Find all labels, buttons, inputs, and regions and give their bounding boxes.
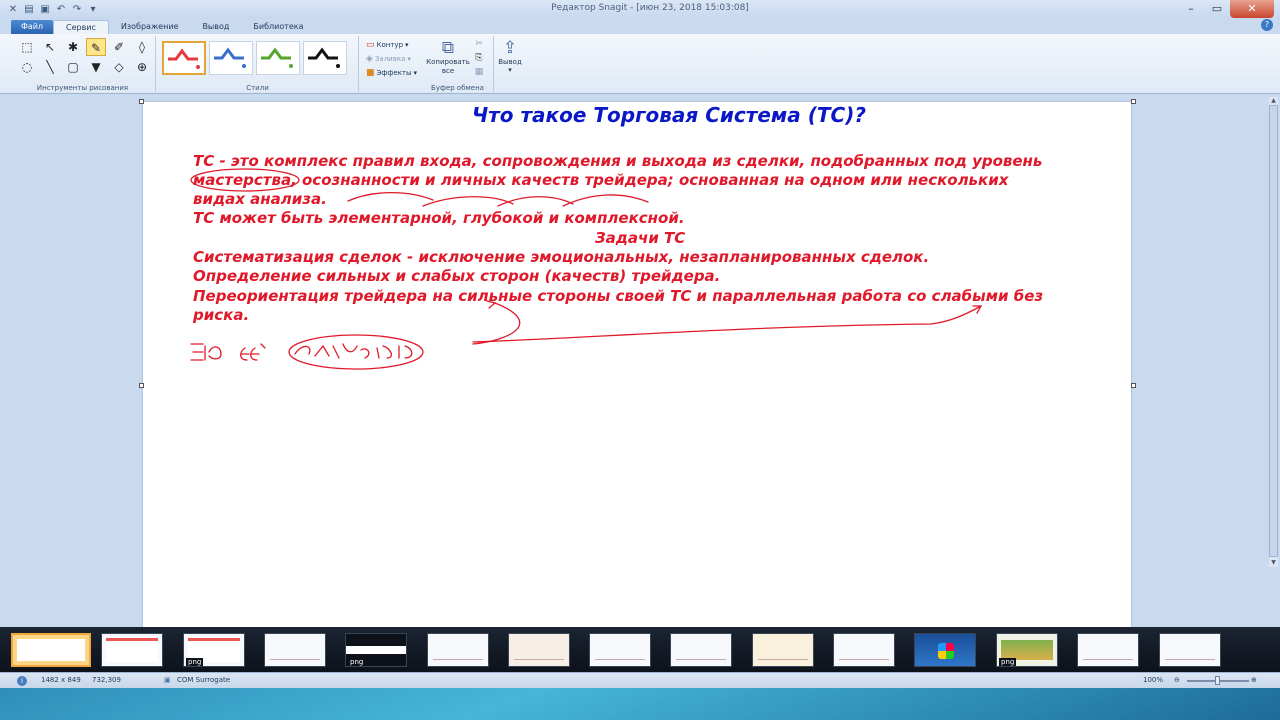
drawing-tools-group: ⬚ ↖ ✱ ✎ ✐ ◊ ◌ ╲ ▢ ▼ ◇ ⊕ Инструменты рисо… [10,36,156,92]
zoom-level: 100% [1143,676,1164,684]
tab-file[interactable]: Файл [11,20,53,34]
tray-thumb-14[interactable] [1077,633,1139,667]
format-group: ▭ Контур ▾ ◈ Заливка ▾ ■ Эффекты ▾ [360,36,422,92]
resize-handle-top-left[interactable] [139,99,144,104]
stamp-tool-icon[interactable]: ✱ [63,38,83,56]
maximize-icon[interactable]: ▭ [1204,0,1230,18]
cursor-position: 732,309 [92,676,121,684]
effects-button[interactable]: ■ Эффекты ▾ [366,68,417,78]
outline-icon: ▭ [366,40,375,50]
status-bar: i 1482 x 849 732,309 ▣ COM Surrogate 100… [0,672,1280,688]
workspace: Что такое Торговая Система (ТС)? ТС - эт… [0,95,1280,627]
copy-icon[interactable]: ⎘ [472,52,486,64]
tray-thumb-10[interactable] [752,633,814,667]
style-blue[interactable] [209,41,253,75]
tab-output[interactable]: Вывод [190,20,241,34]
clipboard-label: Буфер обмена [431,84,484,92]
ribbon: ⬚ ↖ ✱ ✎ ✐ ◊ ◌ ╲ ▢ ▼ ◇ ⊕ Инструменты рисо… [0,34,1280,94]
handwritten-annotations [190,168,983,370]
styles-group: Стили [157,36,359,92]
output-group: ⇪ Вывод ▾ [494,36,524,92]
outline-button[interactable]: ▭ Контур ▾ [366,40,409,50]
fill-bucket-icon[interactable]: ▼ [86,58,106,76]
line-tool-icon[interactable]: ╲ [40,58,60,76]
tray-thumb-15[interactable] [1159,633,1221,667]
copy-all-icon: ⧉ [441,38,455,58]
clipboard-group: ⧉ Копировать все ✂ ⎘ ▦ Буфер обмена [422,36,494,92]
eraser-tool-icon[interactable]: ◇ [109,58,129,76]
tray-thumb-5[interactable]: png [345,633,407,667]
shape-tool-icon[interactable]: ▢ [63,58,83,76]
output-button[interactable]: ⇪ Вывод ▾ [496,38,524,74]
desktop-background [0,688,1280,720]
fill-tool-icon[interactable]: ◊ [132,38,152,56]
window-controls: – ▭ ✕ [1178,0,1274,18]
tray-thumb-9[interactable] [670,633,732,667]
image-canvas[interactable]: Что такое Торговая Система (ТС)? ТС - эт… [143,102,1131,627]
title-bar: ✕ ▤ ▣ ↶ ↷ ▾ Редактор Snagit - [июн 23, 2… [0,0,1280,19]
tray-thumb-7[interactable] [508,633,570,667]
style-black[interactable] [303,41,347,75]
callout-tool-icon[interactable]: ◌ [17,58,37,76]
arrow-tool-icon[interactable]: ↖ [40,38,60,56]
help-icon[interactable]: ? [1261,19,1273,31]
fill-icon: ◈ [366,54,373,64]
styles-label: Стили [246,84,269,92]
highlight-tool-icon[interactable]: ✐ [109,38,129,56]
drawing-tools-label: Инструменты рисования [36,84,129,92]
resize-handle-left[interactable] [139,383,144,388]
selection-tool-icon[interactable]: ⬚ [17,38,37,56]
minimize-icon[interactable]: – [1178,0,1204,18]
ribbon-tabs: Файл Сервис Изображение Вывод Библиотека… [0,19,1280,34]
tray-thumb-13[interactable]: png [996,633,1058,667]
capture-tray: png png png [0,627,1280,672]
zoom-in-icon[interactable]: ⊕ [1251,676,1257,684]
tab-library[interactable]: Библиотека [241,20,315,34]
program-name: COM Surrogate [177,676,231,684]
step-tool-icon[interactable]: ⊕ [132,58,152,76]
tab-image[interactable]: Изображение [109,20,191,34]
tab-service[interactable]: Сервис [53,20,109,34]
share-icon: ⇪ [502,38,518,58]
scroll-up-icon[interactable]: ▲ [1269,97,1278,105]
paste-icon[interactable]: ▦ [472,66,486,78]
zoom-out-icon[interactable]: ⊖ [1174,676,1180,684]
fill-button[interactable]: ◈ Заливка ▾ [366,54,411,64]
tray-thumb-1[interactable] [11,633,91,667]
tray-thumb-12[interactable] [914,633,976,667]
close-icon[interactable]: ✕ [1230,0,1274,18]
effects-icon: ■ [366,68,375,78]
scroll-thumb[interactable] [1269,105,1278,557]
zoom-slider-thumb[interactable] [1215,676,1220,685]
scroll-down-icon[interactable]: ▼ [1269,559,1278,567]
info-icon[interactable]: i [17,676,27,686]
style-green[interactable] [256,41,300,75]
tray-thumb-8[interactable] [589,633,651,667]
copy-all-button[interactable]: ⧉ Копировать все [425,38,471,76]
window-title: Редактор Snagit - [июн 23, 2018 15:03:08… [551,3,749,13]
tray-thumb-6[interactable] [427,633,489,667]
tray-thumb-3[interactable]: png [183,633,245,667]
image-dimensions: 1482 x 849 [41,676,81,684]
resize-handle-top-right[interactable] [1131,99,1136,104]
pen-tool-icon[interactable]: ✎ [86,38,106,56]
tray-thumb-11[interactable] [833,633,895,667]
vertical-scrollbar[interactable]: ▲ ▼ [1269,97,1278,567]
tray-thumb-4[interactable] [264,633,326,667]
program-icon: ▣ [164,676,171,684]
style-red[interactable] [162,41,206,75]
cut-icon[interactable]: ✂ [472,38,486,50]
resize-handle-right[interactable] [1131,383,1136,388]
tray-thumb-2[interactable] [101,633,163,667]
